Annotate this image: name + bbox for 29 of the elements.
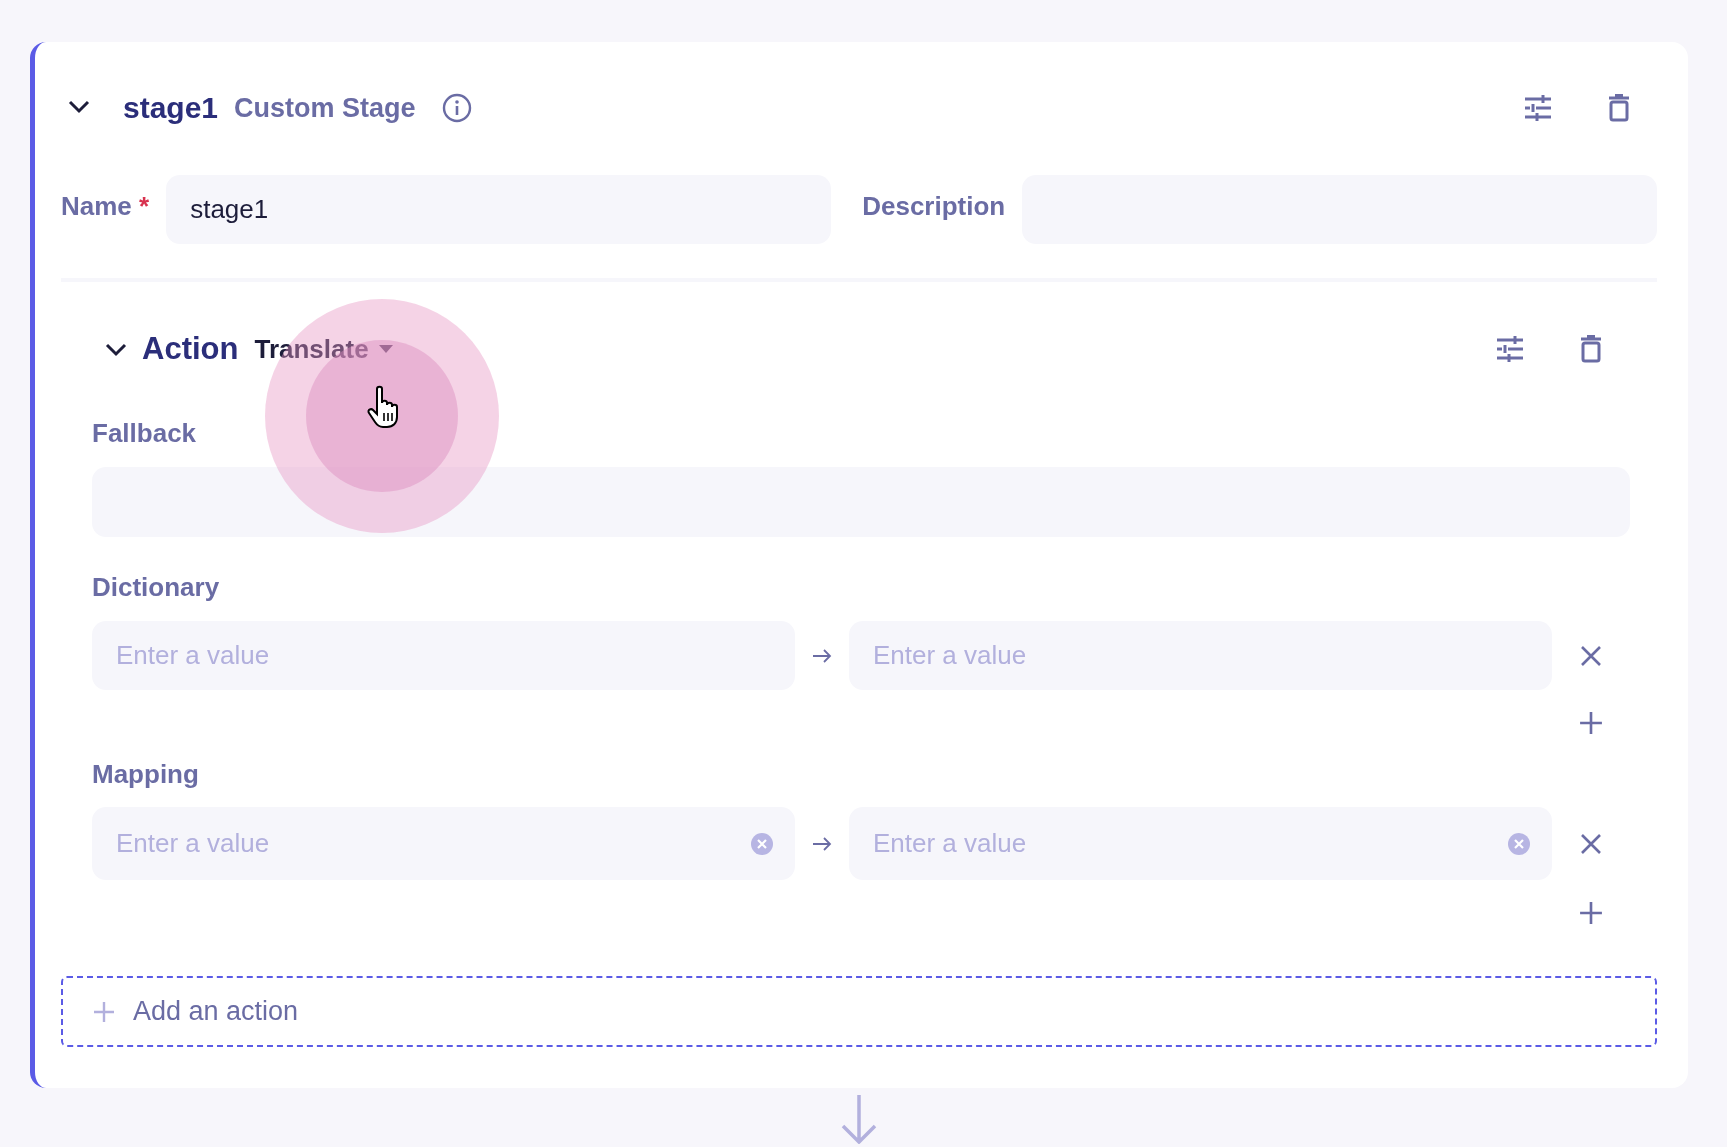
- settings-icon[interactable]: [1524, 95, 1552, 121]
- add-action-button[interactable]: Add an action: [61, 976, 1657, 1047]
- plus-icon[interactable]: [1579, 711, 1603, 735]
- plus-icon[interactable]: [1579, 901, 1603, 925]
- down-arrow-icon: [839, 1094, 879, 1144]
- field-label: Mapping: [92, 758, 200, 790]
- stage-name: stage1: [123, 91, 219, 125]
- input-field[interactable]: Enter a value: [92, 807, 795, 880]
- trash-icon[interactable]: [1608, 94, 1630, 122]
- input-field[interactable]: Enter a value: [849, 807, 1552, 880]
- settings-icon[interactable]: [1496, 336, 1524, 362]
- info-icon[interactable]: [441, 93, 472, 123]
- action-title: Action: [142, 331, 239, 367]
- input-field[interactable]: [92, 467, 1630, 537]
- field-label: Fallback: [92, 417, 198, 449]
- close-icon[interactable]: [1580, 832, 1602, 855]
- right-arrow-icon: [812, 648, 832, 663]
- trash-icon[interactable]: [1580, 335, 1602, 363]
- close-icon[interactable]: [1580, 644, 1602, 667]
- field-label: Name *: [61, 191, 150, 222]
- field-label: Dictionary: [92, 571, 221, 603]
- input-field[interactable]: Enter a value: [92, 621, 795, 690]
- right-arrow-icon: [812, 836, 832, 851]
- input-field[interactable]: Enter a value: [849, 621, 1552, 690]
- stage-type: Custom Stage: [234, 92, 416, 124]
- field-label: Description: [862, 191, 1006, 222]
- caret-icon: [378, 345, 393, 353]
- input-field[interactable]: stage1: [166, 175, 832, 244]
- action-type-dropdown[interactable]: Translate: [254, 333, 393, 365]
